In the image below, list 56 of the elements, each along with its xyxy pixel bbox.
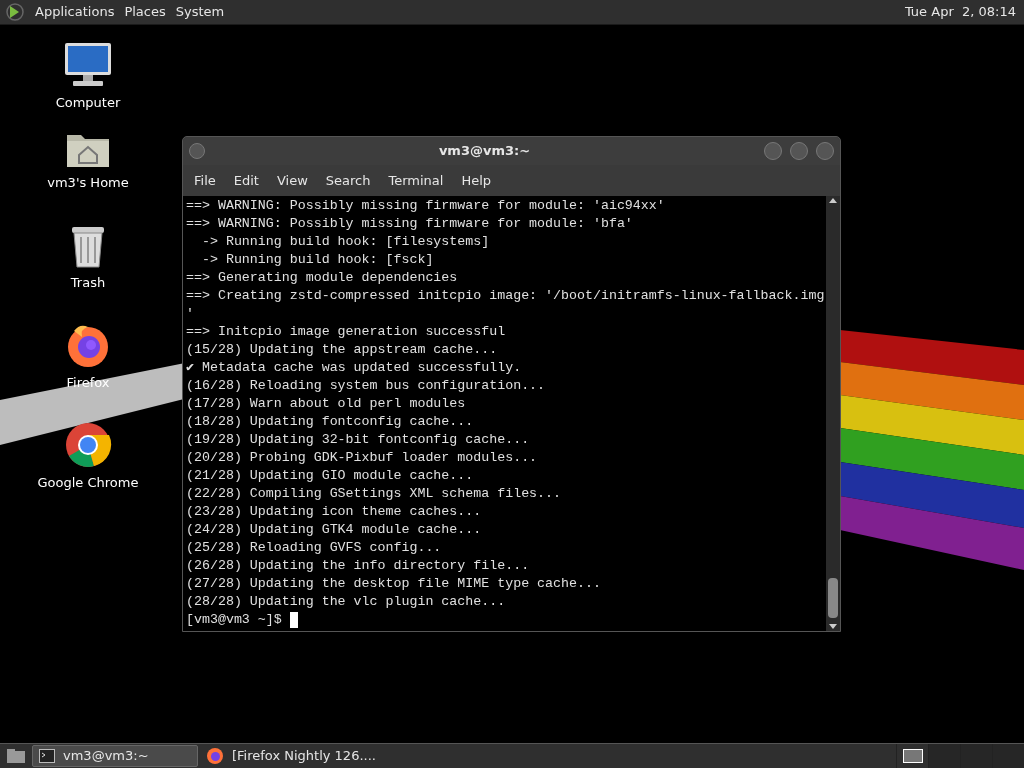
- output-line: (27/28) Updating the desktop file MIME type cache...: [186, 575, 601, 593]
- prompt: [vm3@vm3 ~]$: [186, 611, 283, 629]
- output-line: -> Running build hook: [fsck]: [200, 251, 434, 269]
- taskbar-button[interactable]: [Firefox Nightly 126....: [200, 745, 382, 767]
- panel-menu[interactable]: Places: [119, 2, 171, 22]
- menu-item[interactable]: Help: [452, 170, 501, 191]
- menu-item[interactable]: View: [267, 170, 317, 191]
- output-line: (28/28) Updating the vlc plugin cache...: [186, 593, 506, 611]
- menu-item[interactable]: File: [185, 170, 225, 191]
- output-line: (18/28) Updating fontconfig cache...: [186, 413, 474, 431]
- output-line: (24/28) Updating GTK4 module cache...: [186, 521, 482, 539]
- menu-item[interactable]: Terminal: [379, 170, 453, 191]
- output-line: (26/28) Updating the info directory file...: [186, 557, 530, 575]
- taskbar-button[interactable]: vm3@vm3:~: [32, 745, 198, 767]
- output-line: (19/28) Updating 32-bit fontconfig cache...: [186, 431, 530, 449]
- output-line: ==> Creating zstd-compressed initcpio image: '/boot/initramfs-linux-fallback.img: [186, 287, 825, 305]
- output-line: (22/28) Compiling GSettings XML schema files...: [186, 485, 562, 503]
- output-line: ==> Initcpio image generation successful: [186, 323, 506, 341]
- desktop-icon-label[interactable]: vm3's Home: [47, 172, 129, 192]
- scroll-up-icon[interactable]: [829, 198, 837, 203]
- chrome-icon: [64, 420, 112, 469]
- text-cursor: [289, 612, 298, 628]
- menu-item[interactable]: Edit: [224, 170, 268, 191]
- output-line: ==> WARNING: Possibly missing firmware for module: 'aic94xx': [186, 197, 665, 215]
- scrollbar-thumb[interactable]: [828, 578, 838, 618]
- panel-menu[interactable]: Applications: [30, 2, 120, 22]
- output-line: (23/28) Updating icon theme caches...: [186, 503, 482, 521]
- menu-item[interactable]: Search: [316, 170, 380, 191]
- clock[interactable]: Tue Apr 2, 08:14: [904, 2, 1020, 22]
- close-button[interactable]: [816, 142, 834, 160]
- monitor-icon: [63, 40, 113, 89]
- output-line: ==> WARNING: Possibly missing firmware for module: 'bfa': [186, 215, 633, 233]
- panel-menu[interactable]: System: [170, 2, 230, 22]
- scroll-down-icon[interactable]: [829, 624, 837, 629]
- terminal-icon: [39, 749, 55, 763]
- output-line: ✔ Metadata cache was updated successfully.: [186, 359, 522, 377]
- desktop-icon-label[interactable]: Google Chrome: [37, 472, 139, 492]
- window-menu-button[interactable]: [189, 143, 205, 159]
- output-line: ': [186, 305, 194, 323]
- output-line: ==> Generating module dependencies: [186, 269, 458, 287]
- output-line: (21/28) Updating GIO module cache...: [186, 467, 474, 485]
- output-line: -> Running build hook: [filesystems]: [200, 233, 490, 251]
- minimize-button[interactable]: [764, 142, 782, 160]
- output-line: (20/28) Probing GDK-Pixbuf loader modules...: [186, 449, 538, 467]
- output-line: (25/28) Reloading GVFS config...: [186, 539, 442, 557]
- scrollbar[interactable]: [826, 196, 840, 631]
- maximize-button[interactable]: [790, 142, 808, 160]
- show-desktop-icon[interactable]: [6, 748, 26, 764]
- output-line: (17/28) Warn about old perl modules: [186, 395, 466, 413]
- logo-icon: [4, 2, 26, 22]
- desktop-icon-label[interactable]: Computer: [55, 92, 121, 112]
- output-line: (15/28) Updating the appstream cache...: [186, 341, 498, 359]
- output-line: (16/28) Reloading system bus configuration...: [186, 377, 546, 395]
- desktop-icon-label[interactable]: Trash: [70, 272, 106, 292]
- window-title: vm3@vm3:~: [437, 142, 532, 161]
- firefox-icon: [206, 747, 224, 765]
